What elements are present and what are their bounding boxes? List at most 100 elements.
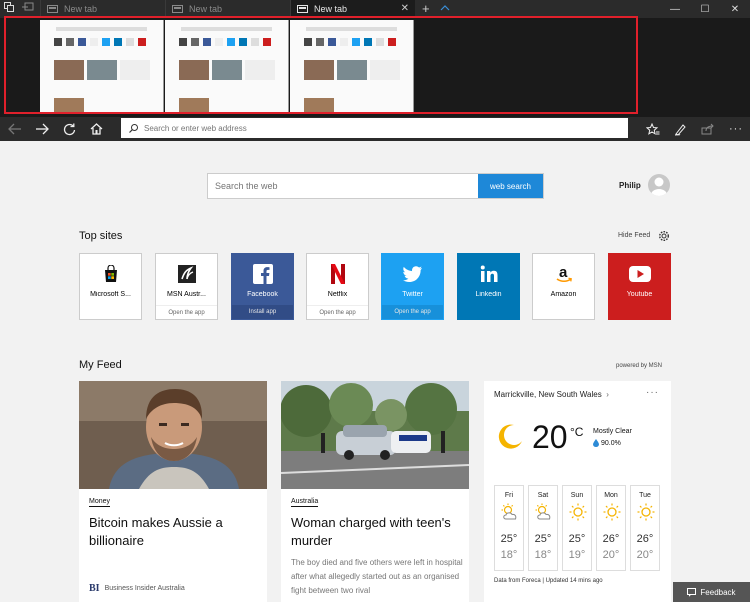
forecast-high: 25°	[500, 533, 518, 545]
source-logo: BI	[89, 583, 100, 594]
web-search-button[interactable]: web search	[478, 174, 543, 198]
maximize-button[interactable]: ☐	[690, 0, 720, 18]
share-icon[interactable]	[695, 117, 719, 141]
top-site-amazon[interactable]: a Amazon	[532, 253, 595, 320]
search-icon	[129, 123, 138, 133]
forecast-day-name: Sun	[570, 492, 584, 499]
gear-icon[interactable]	[658, 230, 670, 242]
forecast-day[interactable]: Tue 26° 20°	[630, 485, 660, 571]
weather-condition: Mostly Clear	[593, 428, 632, 435]
weather-footer: Data from Foreca | Updated 14 mins ago	[494, 578, 603, 584]
top-site-msn[interactable]: MSN Austr... Open the app	[155, 253, 218, 320]
news-category[interactable]: Money	[89, 498, 111, 507]
news-image-street	[281, 381, 469, 489]
top-site-label: Twitter	[402, 291, 423, 298]
droplet-icon	[593, 439, 599, 447]
feedback-label: Feedback	[700, 587, 736, 597]
news-snippet: The boy died and five others were left i…	[291, 558, 463, 595]
weather-location-label: Marrickville, New South Wales	[494, 390, 602, 399]
refresh-button[interactable]	[57, 117, 81, 141]
chevron-right-icon: ›	[603, 390, 609, 399]
weather-location[interactable]: Marrickville, New South Wales ›	[494, 390, 609, 399]
avatar[interactable]	[648, 174, 670, 196]
youtube-icon	[609, 263, 670, 285]
news-headline[interactable]: Bitcoin makes Aussie a billionaire	[89, 514, 259, 550]
temperature-unit[interactable]: °C	[570, 425, 583, 439]
web-search-box: web search	[207, 173, 544, 199]
msn-icon	[156, 263, 217, 285]
home-button[interactable]	[84, 117, 108, 141]
news-headline[interactable]: Woman charged with teen's murder	[291, 514, 461, 550]
tab-label: New tab	[64, 4, 98, 14]
forecast-day-name: Sat	[537, 492, 549, 499]
humidity-value: 90.0%	[601, 439, 621, 447]
top-site-youtube[interactable]: Youtube	[608, 253, 671, 320]
forecast-day[interactable]: Fri 25° 18°	[494, 485, 524, 571]
forecast-low: 18°	[534, 549, 552, 561]
forecast-day-name: Fri	[504, 492, 514, 499]
top-site-action[interactable]: Open the app	[382, 305, 443, 319]
close-window-button[interactable]: ✕	[720, 0, 750, 18]
tab-actions	[4, 2, 34, 12]
tab-preview-icon[interactable]	[4, 2, 14, 12]
address-input[interactable]	[144, 123, 544, 133]
amazon-icon: a	[533, 263, 594, 285]
close-tab-icon[interactable]: ✕	[401, 3, 409, 14]
highlight-frame	[4, 16, 638, 114]
web-search-input[interactable]	[208, 174, 478, 198]
forecast-day[interactable]: Mon 26° 20°	[596, 485, 626, 571]
address-bar[interactable]	[121, 118, 628, 138]
news-card[interactable]: Money Bitcoin makes Aussie a billionaire…	[79, 381, 267, 602]
top-site-linkedin[interactable]: Linkedin	[457, 253, 520, 320]
more-options-icon[interactable]: ···	[646, 387, 659, 398]
sun-icon	[602, 503, 622, 521]
forecast-high: 25°	[568, 533, 586, 545]
partly-cloudy-icon	[534, 503, 554, 521]
humidity: 90.0%	[593, 439, 621, 447]
pen-icon[interactable]	[668, 117, 692, 141]
partly-cloudy-icon	[500, 503, 520, 521]
page-icon	[172, 5, 183, 13]
top-site-netflix[interactable]: Netflix Open the app	[306, 253, 369, 320]
facebook-icon	[232, 263, 293, 285]
moon-icon	[496, 423, 524, 451]
tab-label: New tab	[314, 4, 348, 14]
top-site-label: Youtube	[626, 291, 653, 298]
top-site-action[interactable]: Open the app	[156, 305, 217, 319]
top-site-microsoft-store[interactable]: Microsoft S...	[79, 253, 142, 320]
forecast-low: 20°	[636, 549, 654, 561]
forecast-low: 20°	[602, 549, 620, 561]
new-tab-button[interactable]: +	[422, 1, 430, 16]
back-button[interactable]	[3, 117, 27, 141]
forecast-day-name: Mon	[604, 492, 618, 499]
top-site-action[interactable]: Open the app	[307, 305, 368, 319]
forecast-day[interactable]: Sun 25° 19°	[562, 485, 592, 571]
feedback-button[interactable]: Feedback	[673, 582, 750, 602]
favorites-star-icon[interactable]	[641, 117, 665, 141]
top-site-action[interactable]: Install app	[232, 305, 293, 319]
powered-by-label: powered by MSN	[616, 363, 663, 369]
top-site-facebook[interactable]: Facebook Install app	[231, 253, 294, 320]
hide-feed-link[interactable]: Hide Feed	[618, 232, 650, 239]
news-category[interactable]: Australia	[291, 498, 319, 507]
feedback-icon	[687, 587, 697, 597]
forecast-day[interactable]: Sat 25° 18°	[528, 485, 558, 571]
chevron-up-icon[interactable]	[440, 3, 450, 13]
top-sites-title: Top sites	[79, 230, 123, 242]
top-site-twitter[interactable]: Twitter Open the app	[381, 253, 444, 320]
netflix-icon	[307, 263, 368, 285]
forecast-high: 26°	[602, 533, 620, 545]
forecast-high: 25°	[534, 533, 552, 545]
sun-icon	[568, 503, 588, 521]
navigation-bar: ···	[0, 117, 750, 141]
weather-card[interactable]: Marrickville, New South Wales › ··· 20 °…	[484, 381, 671, 602]
minimize-button[interactable]: —	[660, 0, 690, 18]
set-aside-tabs-icon[interactable]	[22, 2, 34, 12]
svg-text:a: a	[559, 264, 568, 281]
more-options-icon[interactable]: ···	[724, 117, 748, 141]
news-card[interactable]: Australia Woman charged with teen's murd…	[281, 381, 469, 602]
page-icon	[297, 5, 308, 13]
forecast-low: 18°	[500, 549, 518, 561]
forward-button[interactable]	[30, 117, 54, 141]
feed-title: My Feed	[79, 359, 122, 371]
